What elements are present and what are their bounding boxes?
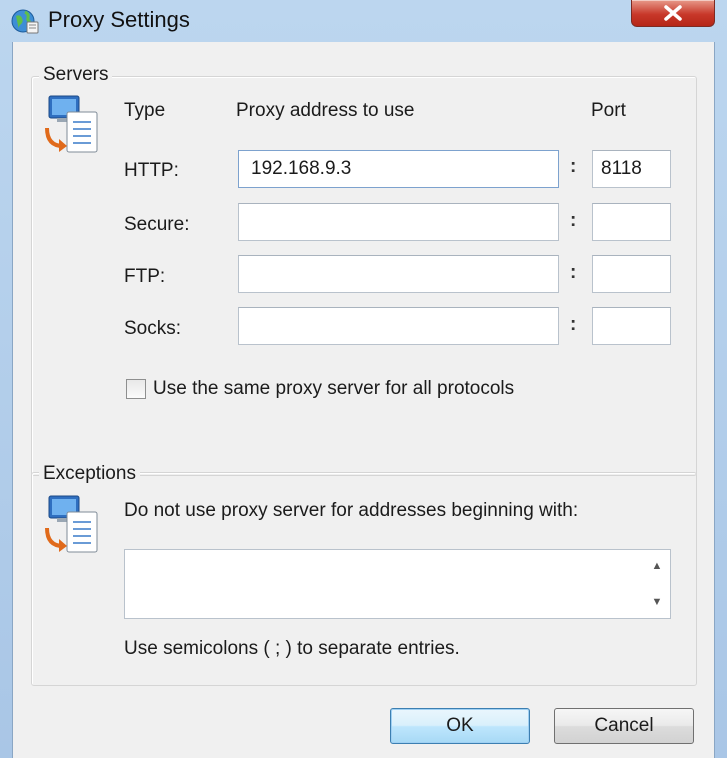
proxy-server-icon [45,95,98,153]
socks-address-input[interactable] [238,307,559,345]
same-proxy-checkbox[interactable] [126,379,146,399]
ftp-address-input[interactable] [238,255,559,293]
port-separator: : [570,210,577,231]
window-title: Proxy Settings [48,7,190,32]
exceptions-instruction: Do not use proxy server for addresses be… [124,500,579,521]
scroll-down-arrow-icon[interactable]: ▼ [646,592,668,612]
column-header-address: Proxy address to use [236,100,415,121]
scroll-up-arrow-icon[interactable]: ▲ [646,556,668,576]
proxy-server-icon [45,495,98,553]
ftp-port-input[interactable] [592,255,671,293]
title-bar[interactable]: Proxy Settings [0,0,727,42]
exceptions-legend: Exceptions [39,463,140,485]
servers-legend: Servers [39,64,113,86]
secure-port-input[interactable] [592,203,671,241]
secure-address-input[interactable] [238,203,559,241]
exceptions-textarea[interactable]: ▲ ▼ [124,549,671,619]
cancel-button[interactable]: Cancel [554,708,694,744]
column-header-type: Type [124,100,166,121]
same-proxy-label[interactable]: Use the same proxy server for all protoc… [153,378,514,400]
port-separator: : [570,314,577,335]
socks-port-input[interactable] [592,307,671,345]
type-label-ftp: FTP: [124,266,166,287]
dialog-client-area: Servers Type Proxy address to use Port H… [12,42,715,758]
port-separator: : [570,156,577,177]
proxy-settings-window: Proxy Settings Servers Type Proxy addres… [0,0,727,758]
port-separator: : [570,262,577,283]
ok-button[interactable]: OK [390,708,530,744]
column-header-port: Port [591,100,626,121]
http-port-input[interactable]: 8118 [592,150,671,188]
type-label-secure: Secure: [124,214,190,235]
close-button[interactable] [631,0,715,27]
http-address-input[interactable]: 192.168.9.3 [238,150,559,188]
exceptions-hint: Use semicolons ( ; ) to separate entries… [124,638,460,659]
type-label-http: HTTP: [124,160,179,181]
type-label-socks: Socks: [124,318,182,339]
globe-icon [11,9,39,34]
close-icon [664,5,682,21]
